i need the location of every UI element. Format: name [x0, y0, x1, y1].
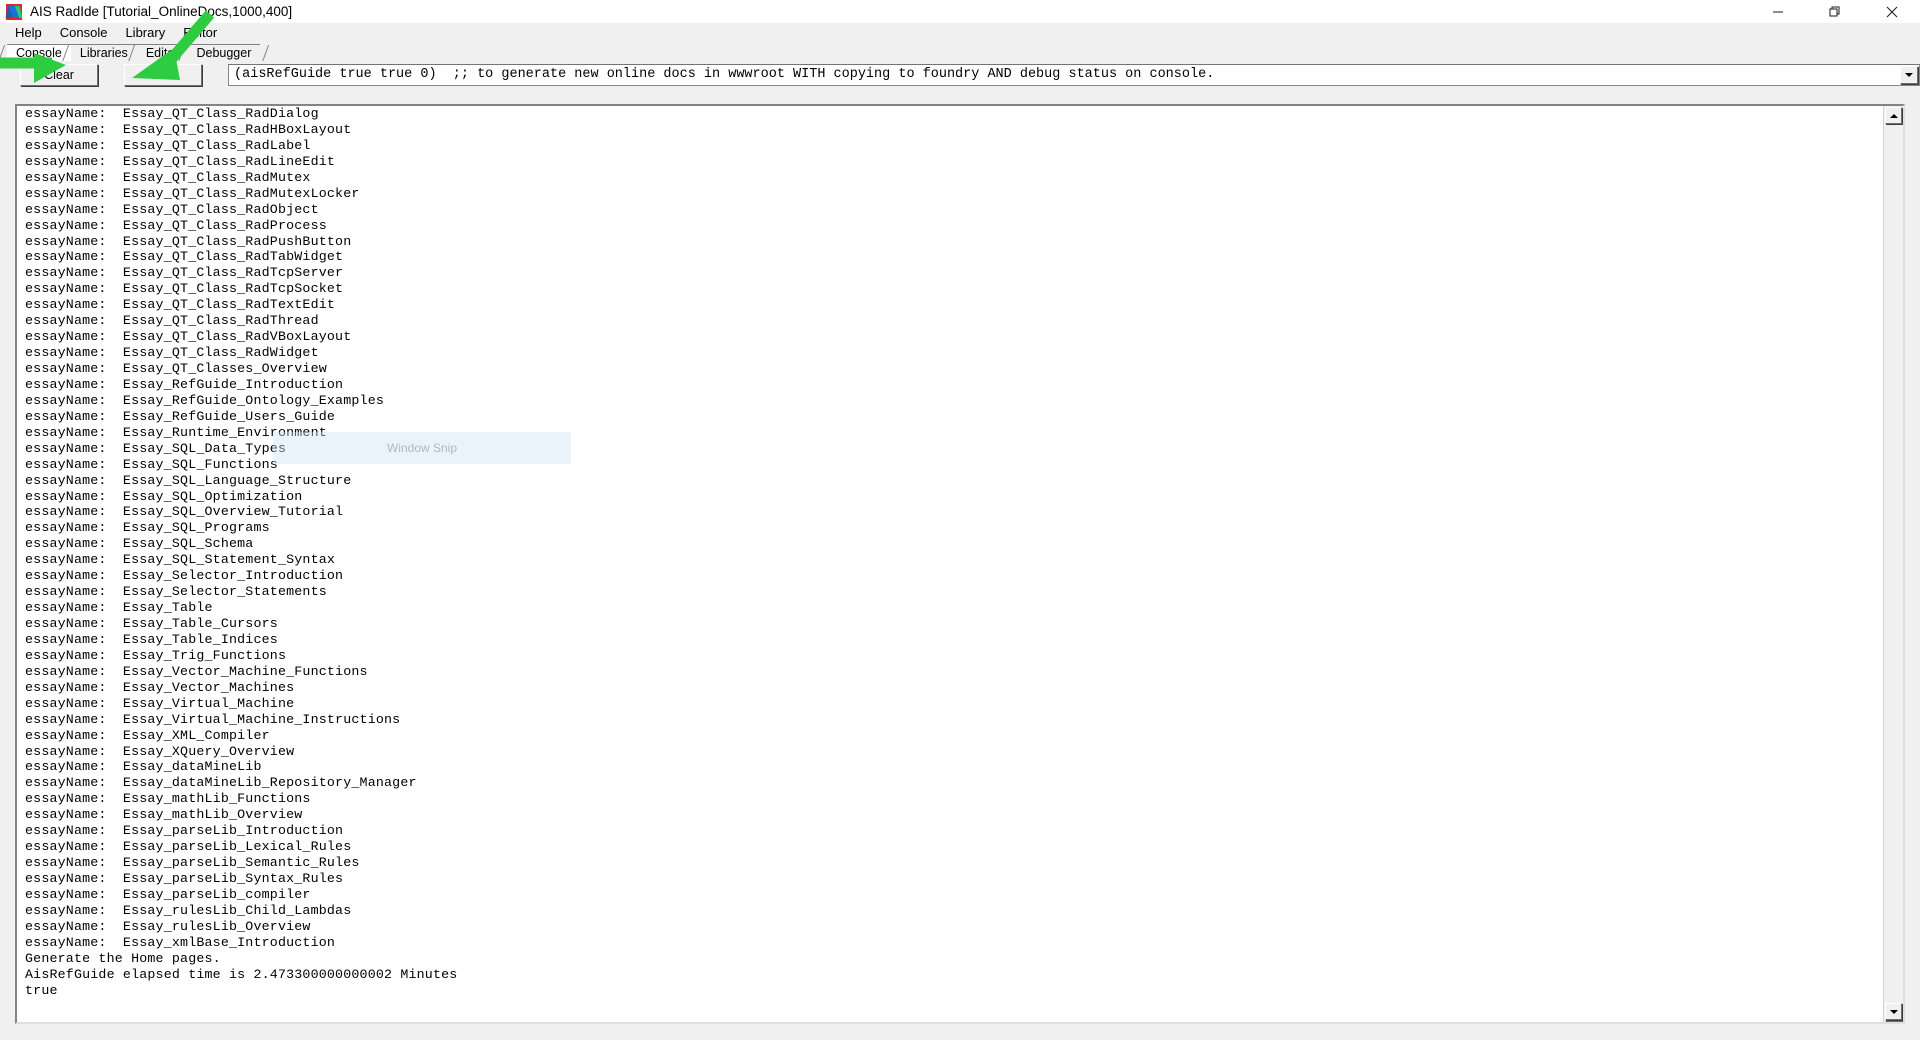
console-line: essayName: Essay_SQL_Data_Types	[25, 440, 287, 456]
tab-console[interactable]: Console	[7, 44, 71, 61]
console-line: essayName: Essay_QT_Class_RadHBoxLayout	[25, 121, 352, 137]
command-input-wrapper	[228, 63, 1920, 86]
console-line: essayName: Essay_Selector_Statements	[25, 584, 327, 600]
app-icon	[5, 3, 23, 20]
window-controls	[1749, 0, 1920, 23]
console-output-panel: essayName: Essay_QT_Class_RadDialog essay…	[15, 104, 1905, 1024]
scroll-up-button[interactable]	[1885, 107, 1902, 124]
console-line: essayName: Essay_Vector_Machine_Function…	[25, 663, 368, 679]
console-line: essayName: Essay_QT_Class_RadMutex	[25, 169, 311, 185]
console-line: essayName: Essay_QT_Class_RadMutexLocker	[25, 185, 360, 201]
console-line: essayName: Essay_rulesLib_Overview	[25, 918, 311, 934]
console-line: essayName: Essay_RefGuide_Ontology_Examp…	[25, 392, 385, 408]
console-vertical-scrollbar[interactable]	[1883, 106, 1903, 1022]
chevron-up-icon	[1889, 113, 1898, 118]
menu-item-console[interactable]: Console	[51, 24, 117, 42]
application-window: AIS RadIde [Tutorial_OnlineDocs,1000,400…	[0, 0, 1920, 1040]
tab-editor-label: Editor	[145, 46, 179, 60]
console-line: essayName: Essay_mathLib_Functions	[25, 791, 311, 807]
chevron-down-icon	[1905, 72, 1914, 77]
console-line: essayName: Essay_Runtime_Environment	[25, 424, 327, 440]
console-line: essayName: Essay_parseLib_Semantic_Rules	[25, 855, 360, 871]
console-line: essayName: Essay_Trig_Functions	[25, 647, 287, 663]
menu-item-library[interactable]: Library	[116, 24, 174, 42]
console-line: essayName: Essay_QT_Class_RadPushButton	[25, 233, 352, 249]
menu-item-editor[interactable]: Editor	[174, 24, 226, 42]
console-line: essayName: Essay_QT_Class_RadWidget	[25, 345, 319, 361]
console-line: essayName: Essay_QT_Class_RadVBoxLayout	[25, 329, 352, 345]
console-line: essayName: Essay_rulesLib_Child_Lambdas	[25, 902, 352, 918]
restore-icon[interactable]	[1806, 0, 1863, 23]
console-line: essayName: Essay_QT_Classes_Overview	[25, 361, 327, 376]
console-line: essayName: Essay_QT_Class_RadTcpServer	[25, 265, 344, 281]
scroll-down-button[interactable]	[1885, 1003, 1902, 1020]
menu-item-help[interactable]: Help	[6, 24, 51, 42]
command-input[interactable]	[229, 64, 1901, 85]
console-line: essayName: Essay_QT_Class_RadTabWidget	[25, 249, 344, 265]
command-history-dropdown-button[interactable]	[1900, 65, 1919, 84]
clear-button[interactable]: Clear	[20, 63, 99, 86]
console-line: essayName: Essay_mathLib_Overview	[25, 807, 303, 823]
console-line: essayName: Essay_QT_Class_RadTcpSocket	[25, 281, 344, 297]
console-line: essayName: Essay_SQL_Optimization	[25, 488, 303, 504]
console-line: true	[25, 982, 58, 998]
console-line: essayName: Essay_QT_Class_RadLabel	[25, 137, 311, 153]
tab-debugger-label: Debugger	[196, 46, 252, 60]
tab-debugger[interactable]: Debugger	[187, 44, 261, 61]
toolbar: Clear Run	[0, 61, 1920, 88]
console-line: essayName: Essay_parseLib_Introduction	[25, 823, 344, 839]
title-bar: AIS RadIde [Tutorial_OnlineDocs,1000,400…	[0, 0, 1920, 23]
console-line: essayName: Essay_Virtual_Machine_Instruc…	[25, 711, 401, 727]
console-line: essayName: Essay_parseLib_compiler	[25, 886, 311, 902]
console-line: essayName: Essay_dataMineLib_Repository_…	[25, 775, 417, 791]
console-line: Generate the Home pages.	[25, 950, 221, 966]
chevron-down-icon	[1889, 1009, 1898, 1014]
console-line: essayName: Essay_Table_Cursors	[25, 616, 278, 631]
console-line: essayName: Essay_Table_Indices	[25, 631, 278, 647]
console-line: essayName: Essay_QT_Class_RadLineEdit	[25, 153, 336, 169]
menu-bar: Help Console Library Editor	[0, 23, 1920, 43]
console-line: essayName: Essay_QT_Class_RadTextEdit	[25, 297, 336, 313]
console-output-text: essayName: Essay_QT_Class_RadDialog essay…	[25, 106, 1881, 1022]
minimize-icon[interactable]	[1749, 0, 1806, 23]
console-line: essayName: Essay_XML_Compiler	[25, 727, 270, 743]
scrollbar-track[interactable]	[1885, 126, 1901, 1001]
console-line: essayName: Essay_parseLib_Lexical_Rules	[25, 839, 352, 855]
console-line: essayName: Essay_SQL_Programs	[25, 520, 270, 536]
run-button[interactable]: Run	[124, 63, 203, 86]
console-line: essayName: Essay_QT_Class_RadThread	[25, 313, 319, 329]
run-button-label: Run	[151, 67, 175, 82]
tab-libraries[interactable]: Libraries	[70, 44, 137, 61]
console-line: essayName: Essay_xmlBase_Introduction	[25, 934, 336, 950]
console-line: essayName: Essay_SQL_Schema	[25, 536, 254, 552]
console-line: essayName: Essay_Vector_Machines	[25, 679, 295, 695]
tab-console-label: Console	[16, 46, 62, 60]
console-line: essayName: Essay_QT_Class_RadProcess	[25, 217, 327, 233]
console-line: essayName: Essay_XQuery_Overview	[25, 743, 295, 759]
console-line: essayName: Essay_SQL_Overview_Tutorial	[25, 504, 344, 520]
window-title: AIS RadIde [Tutorial_OnlineDocs,1000,400…	[30, 4, 293, 19]
tab-libraries-label: Libraries	[79, 46, 128, 60]
console-line: essayName: Essay_QT_Class_RadDialog	[25, 106, 319, 121]
console-line: essayName: Essay_Selector_Introduction	[25, 568, 344, 584]
console-line: essayName: Essay_SQL_Functions	[25, 456, 278, 472]
console-line: essayName: Essay_SQL_Statement_Syntax	[25, 552, 336, 568]
console-line: essayName: Essay_parseLib_Syntax_Rules	[25, 871, 344, 886]
console-line: essayName: Essay_SQL_Language_Structure	[25, 472, 352, 488]
clear-button-label: Clear	[44, 67, 74, 82]
console-line: AisRefGuide elapsed time is 2.4733000000…	[25, 966, 458, 982]
console-line: essayName: Essay_RefGuide_Introduction	[25, 376, 344, 392]
console-line: essayName: Essay_QT_Class_RadObject	[25, 201, 319, 217]
console-line: essayName: Essay_Table	[25, 600, 213, 616]
console-line: essayName: Essay_RefGuide_Users_Guide	[25, 408, 336, 424]
console-line: essayName: Essay_Virtual_Machine	[25, 695, 295, 711]
close-icon[interactable]	[1863, 0, 1920, 23]
tab-strip: Console Libraries Editor Debugger	[0, 44, 1920, 61]
console-line: essayName: Essay_dataMineLib	[25, 759, 262, 775]
